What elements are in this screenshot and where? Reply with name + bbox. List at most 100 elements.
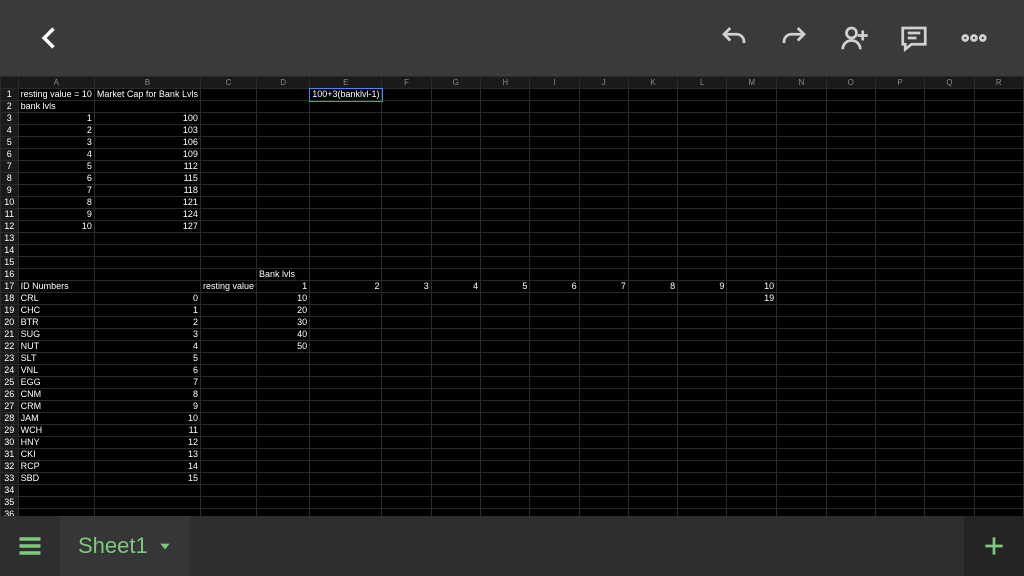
cell[interactable] <box>481 221 530 233</box>
cell[interactable] <box>530 449 579 461</box>
cell[interactable] <box>579 257 628 269</box>
cell[interactable] <box>431 197 480 209</box>
cell[interactable] <box>200 245 256 257</box>
row-header[interactable]: 19 <box>1 305 19 317</box>
cell[interactable] <box>974 281 1023 293</box>
cell[interactable] <box>310 485 382 497</box>
cell[interactable] <box>18 509 94 517</box>
cell[interactable] <box>777 101 826 113</box>
cell[interactable] <box>974 509 1023 517</box>
cell[interactable] <box>382 257 431 269</box>
cell[interactable] <box>579 185 628 197</box>
cell[interactable] <box>678 161 727 173</box>
cell[interactable] <box>875 281 924 293</box>
cell[interactable] <box>382 473 431 485</box>
cell[interactable] <box>481 185 530 197</box>
cell[interactable] <box>777 353 826 365</box>
cell[interactable] <box>826 437 875 449</box>
cell[interactable] <box>727 185 777 197</box>
cell[interactable] <box>256 185 309 197</box>
cell[interactable] <box>310 425 382 437</box>
cell[interactable] <box>826 389 875 401</box>
row-header[interactable]: 14 <box>1 245 19 257</box>
cell[interactable] <box>628 197 677 209</box>
cell[interactable] <box>310 233 382 245</box>
cell[interactable] <box>431 185 480 197</box>
cell[interactable] <box>925 497 974 509</box>
column-header[interactable]: D <box>256 77 309 89</box>
cell[interactable] <box>777 269 826 281</box>
cell[interactable]: JAM <box>18 413 94 425</box>
cell[interactable] <box>875 257 924 269</box>
cell[interactable] <box>310 413 382 425</box>
cell[interactable] <box>678 173 727 185</box>
cell[interactable] <box>974 125 1023 137</box>
cell[interactable] <box>777 377 826 389</box>
cell[interactable] <box>925 209 974 221</box>
cell[interactable] <box>727 173 777 185</box>
cell[interactable] <box>826 413 875 425</box>
cell[interactable] <box>530 389 579 401</box>
cell[interactable]: 4 <box>94 341 200 353</box>
cell[interactable] <box>628 293 677 305</box>
cell[interactable] <box>530 185 579 197</box>
cell[interactable] <box>826 377 875 389</box>
cell[interactable] <box>382 389 431 401</box>
cell[interactable] <box>481 353 530 365</box>
cell[interactable] <box>310 161 382 173</box>
cell[interactable]: 10 <box>18 221 94 233</box>
column-header[interactable]: P <box>875 77 924 89</box>
cell[interactable] <box>310 401 382 413</box>
cell[interactable] <box>925 293 974 305</box>
cell[interactable] <box>777 197 826 209</box>
cell[interactable] <box>925 125 974 137</box>
cell[interactable] <box>974 185 1023 197</box>
cell[interactable] <box>431 425 480 437</box>
row-header[interactable]: 25 <box>1 377 19 389</box>
cell[interactable] <box>925 305 974 317</box>
cell[interactable] <box>431 365 480 377</box>
cell[interactable] <box>678 149 727 161</box>
cell[interactable] <box>974 137 1023 149</box>
cell[interactable] <box>628 161 677 173</box>
cell[interactable] <box>826 185 875 197</box>
cell[interactable] <box>925 89 974 101</box>
cell[interactable] <box>431 413 480 425</box>
cell[interactable] <box>579 509 628 517</box>
cell[interactable] <box>727 233 777 245</box>
column-header[interactable]: J <box>579 77 628 89</box>
cell[interactable] <box>826 401 875 413</box>
cell[interactable] <box>678 413 727 425</box>
row-header[interactable]: 6 <box>1 149 19 161</box>
cell[interactable] <box>628 365 677 377</box>
cell[interactable] <box>777 485 826 497</box>
cell[interactable] <box>777 245 826 257</box>
cell[interactable] <box>777 281 826 293</box>
cell[interactable] <box>579 137 628 149</box>
cell[interactable] <box>777 293 826 305</box>
cell[interactable] <box>628 485 677 497</box>
cell[interactable] <box>481 437 530 449</box>
cell[interactable] <box>256 425 309 437</box>
cell[interactable] <box>579 125 628 137</box>
cell[interactable] <box>579 461 628 473</box>
cell[interactable] <box>628 497 677 509</box>
cell[interactable] <box>310 149 382 161</box>
cell[interactable] <box>256 113 309 125</box>
cell[interactable] <box>256 149 309 161</box>
cell[interactable]: 127 <box>94 221 200 233</box>
cell[interactable]: 6 <box>530 281 579 293</box>
cell[interactable] <box>256 473 309 485</box>
cell[interactable] <box>200 173 256 185</box>
cell[interactable] <box>382 485 431 497</box>
cell[interactable] <box>382 221 431 233</box>
cell[interactable] <box>530 473 579 485</box>
cell[interactable] <box>579 413 628 425</box>
cell[interactable] <box>727 437 777 449</box>
cell[interactable] <box>925 449 974 461</box>
cell[interactable] <box>382 329 431 341</box>
cell[interactable] <box>382 161 431 173</box>
cell[interactable] <box>530 269 579 281</box>
cell[interactable] <box>678 269 727 281</box>
cell[interactable] <box>530 245 579 257</box>
